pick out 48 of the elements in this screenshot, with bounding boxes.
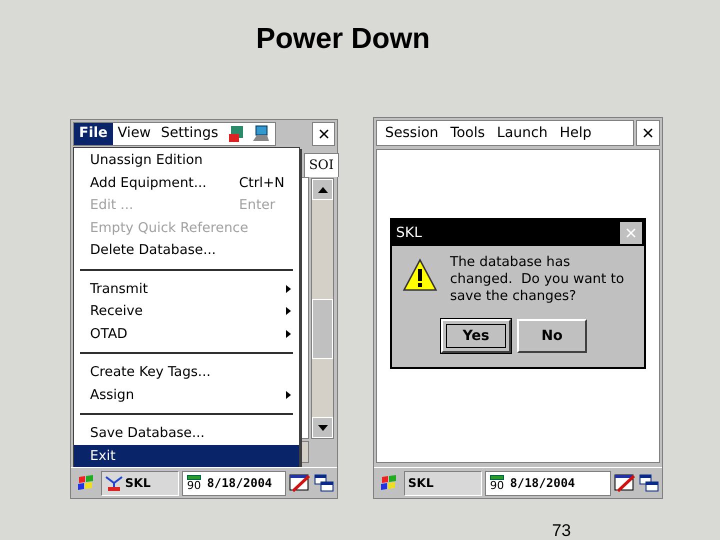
dialog-message: The database has changed. Do you want to save the changes?	[450, 254, 626, 305]
submenu-arrow-icon	[286, 284, 291, 293]
menu-item[interactable]: Exit	[74, 444, 299, 467]
close-button[interactable]	[312, 122, 335, 146]
pen-icon[interactable]	[614, 473, 636, 493]
close-button[interactable]	[636, 120, 660, 146]
scrollbar-thumb[interactable]	[312, 299, 333, 359]
submenu-arrow-icon	[286, 390, 291, 399]
tab[interactable]: SOI	[304, 153, 339, 177]
menu-item[interactable]: Transmit	[74, 278, 299, 300]
warning-icon	[402, 258, 438, 294]
up-arrow-icon	[318, 186, 328, 192]
menu-bar-item[interactable]: Help	[556, 122, 596, 144]
menu-item[interactable]: Unassign Edition	[74, 149, 299, 172]
network-icon	[105, 474, 123, 492]
menu-item[interactable]: Receive	[74, 300, 299, 322]
menu-item[interactable]: Delete Database...	[74, 239, 299, 262]
close-icon	[643, 128, 653, 138]
pen-icon[interactable]	[289, 473, 311, 493]
menu-bar-item[interactable]: Session	[381, 122, 442, 144]
clock-date: 8/18/2004	[207, 475, 272, 492]
menu-bar-item[interactable]: File	[74, 122, 113, 144]
submenu-arrow-icon	[286, 330, 291, 338]
down-arrow-icon	[318, 424, 328, 430]
dialog-title: SKL	[396, 224, 422, 242]
scrollbar[interactable]	[311, 178, 334, 439]
dialog-button[interactable]: Yes	[441, 319, 511, 353]
dialog-button[interactable]: No	[517, 319, 587, 353]
battery-indicator: 90	[490, 475, 504, 491]
windows-icon[interactable]	[314, 473, 334, 493]
close-icon	[626, 228, 636, 238]
clock-date: 8/18/2004	[510, 475, 576, 492]
menu-bar-item[interactable]: Tools	[446, 122, 489, 144]
menu-item[interactable]: Save Database...	[74, 422, 299, 444]
submenu-arrow-icon	[286, 307, 291, 316]
close-icon	[318, 128, 328, 138]
laptop-icon[interactable]	[251, 124, 272, 144]
menu-bar-item[interactable]: Launch	[492, 122, 552, 144]
menu-item[interactable]: Assign	[74, 384, 299, 406]
battery-indicator: 90	[187, 475, 201, 491]
menu-item[interactable]: Create Key Tags...	[74, 361, 299, 384]
menu-item[interactable]: Add Equipment... Ctrl+N	[74, 172, 299, 194]
taskbar-task-button[interactable]: SKL	[101, 470, 179, 496]
page-number: 73	[552, 520, 571, 540]
taskbar-task-button[interactable]: SKL	[404, 470, 482, 496]
slide-title: Power Down	[256, 22, 430, 57]
menu-item[interactable]: OTAD	[74, 322, 299, 345]
windows-icon[interactable]	[639, 473, 659, 493]
